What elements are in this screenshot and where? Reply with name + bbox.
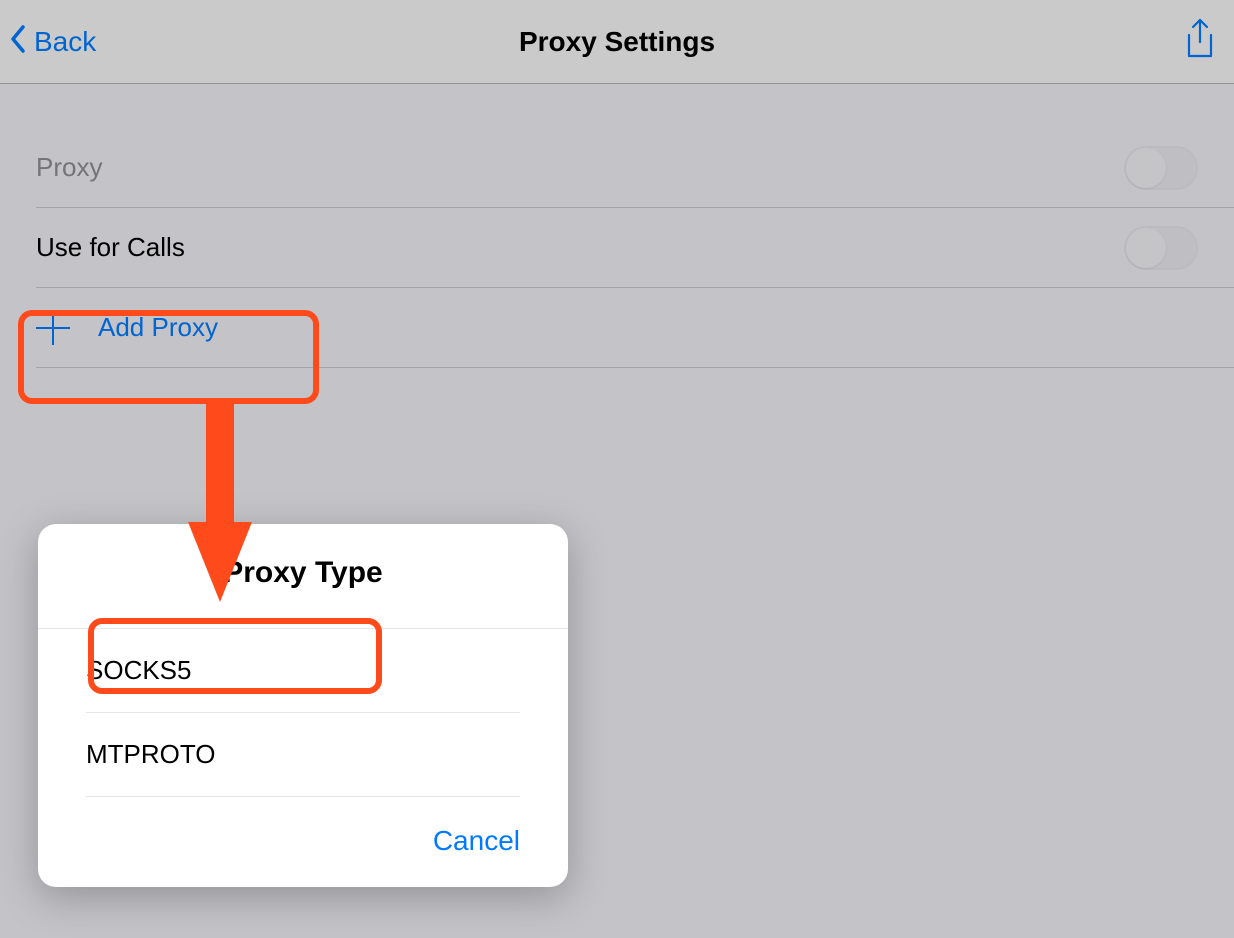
option-socks5[interactable]: SOCKS5 (86, 629, 520, 713)
chevron-left-icon (10, 25, 28, 59)
row-proxy-label: Proxy (36, 152, 1124, 183)
nav-bar: Back Proxy Settings (0, 0, 1234, 84)
share-icon (1183, 18, 1217, 65)
popup-option-list: SOCKS5 MTPROTO (38, 629, 568, 797)
row-use-for-calls: Use for Calls (36, 208, 1234, 288)
calls-toggle[interactable] (1124, 226, 1198, 270)
page-title: Proxy Settings (0, 26, 1234, 58)
add-proxy-label: Add Proxy (98, 312, 218, 343)
plus-icon (36, 311, 70, 345)
row-proxy: Proxy (36, 128, 1234, 208)
share-button[interactable] (1180, 20, 1220, 64)
settings-list: Proxy Use for Calls Add Proxy (0, 84, 1234, 368)
add-proxy-button[interactable]: Add Proxy (36, 288, 1234, 368)
popup-title: Proxy Type (38, 524, 568, 629)
row-calls-label: Use for Calls (36, 232, 1124, 263)
proxy-type-popup: Proxy Type SOCKS5 MTPROTO Cancel (38, 524, 568, 887)
popup-cancel-button[interactable]: Cancel (38, 797, 568, 875)
back-button[interactable]: Back (10, 25, 96, 59)
option-mtproto[interactable]: MTPROTO (86, 713, 520, 797)
back-label: Back (34, 26, 96, 58)
proxy-toggle[interactable] (1124, 146, 1198, 190)
